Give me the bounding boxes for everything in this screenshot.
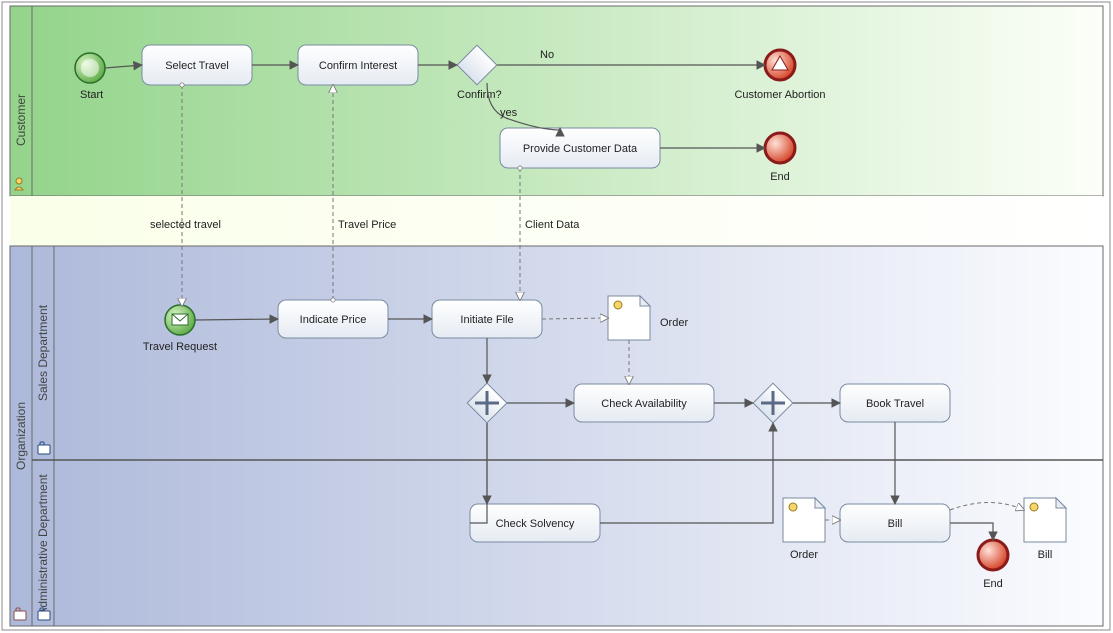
svg-text:End: End	[770, 171, 790, 183]
task-check-availability[interactable]: Check Availability	[574, 384, 714, 422]
pool-label-organization: Organization	[14, 402, 28, 470]
task-select-travel[interactable]: Select Travel	[142, 45, 252, 85]
svg-text:yes: yes	[500, 107, 518, 119]
task-confirm-interest[interactable]: Confirm Interest	[298, 45, 418, 85]
task-initiate-file[interactable]: Initiate File	[432, 300, 542, 338]
svg-text:Select Travel: Select Travel	[165, 60, 229, 72]
task-check-solvency[interactable]: Check Solvency	[470, 504, 600, 542]
task-book-travel[interactable]: Book Travel	[840, 384, 950, 422]
svg-text:Order: Order	[790, 549, 818, 561]
svg-text:Check Availability: Check Availability	[601, 398, 687, 410]
task-indicate-price[interactable]: Indicate Price	[278, 300, 388, 338]
svg-text:Confirm?: Confirm?	[457, 89, 502, 101]
svg-text:Travel Request: Travel Request	[143, 341, 217, 353]
svg-text:Confirm Interest: Confirm Interest	[319, 60, 397, 72]
task-provide-customer-data[interactable]: Provide Customer Data	[500, 128, 660, 168]
task-bill[interactable]: Bill	[840, 504, 950, 542]
svg-text:Order: Order	[660, 317, 688, 329]
svg-text:End: End	[983, 578, 1003, 590]
bpmn-diagram-canvas: Customer Organization Sales Department A…	[0, 0, 1113, 633]
svg-text:Provide Customer Data: Provide Customer Data	[523, 143, 638, 155]
svg-text:Initiate File: Initiate File	[460, 314, 513, 326]
svg-text:Travel Price: Travel Price	[338, 219, 396, 231]
pool-organization[interactable]: Organization Sales Department Administra…	[10, 246, 1103, 626]
svg-text:Customer Abortion: Customer Abortion	[734, 89, 825, 101]
svg-text:Bill: Bill	[888, 518, 903, 530]
lane-label-admin: Administrative Department	[36, 474, 50, 616]
svg-text:Book Travel: Book Travel	[866, 398, 924, 410]
pool-label-customer: Customer	[14, 94, 28, 146]
svg-text:No: No	[540, 49, 554, 61]
svg-text:Indicate Price: Indicate Price	[300, 314, 367, 326]
svg-text:Check Solvency: Check Solvency	[496, 518, 575, 530]
start-event[interactable]: Start	[75, 53, 105, 101]
lane-label-sales: Sales Department	[36, 304, 50, 401]
svg-text:Start: Start	[80, 89, 103, 101]
svg-text:Bill: Bill	[1038, 549, 1053, 561]
svg-text:selected travel: selected travel	[150, 219, 221, 231]
svg-text:Client Data: Client Data	[525, 219, 580, 231]
